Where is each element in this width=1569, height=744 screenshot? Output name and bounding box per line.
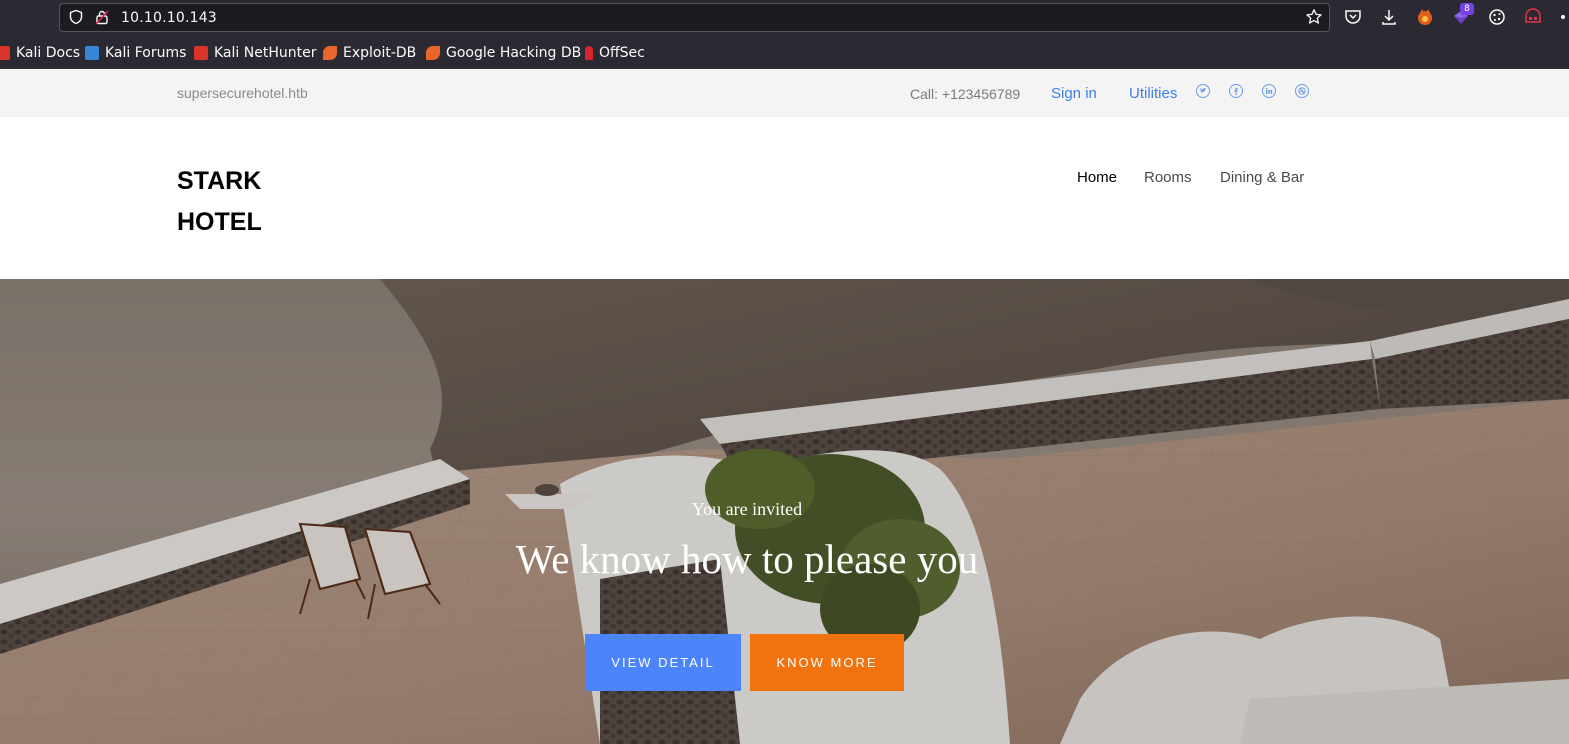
nav-rooms[interactable]: Rooms bbox=[1144, 169, 1192, 186]
extension-badge: 8 bbox=[1460, 3, 1474, 15]
hotel-logo[interactable]: STARK HOTEL bbox=[177, 161, 262, 243]
site-header: STARK HOTEL Home Rooms Dining & Bar bbox=[0, 117, 1569, 279]
logo-line: HOTEL bbox=[177, 208, 262, 236]
phone-number: Call: +123456789 bbox=[910, 86, 1021, 102]
kali-docs-icon bbox=[0, 46, 10, 60]
address-bar[interactable]: 10.10.10.143 bbox=[59, 3, 1330, 32]
bookmark-label: Kali Docs bbox=[16, 45, 81, 61]
overflow-menu-icon[interactable] bbox=[1558, 7, 1569, 27]
url-text[interactable]: 10.10.10.143 bbox=[121, 10, 217, 26]
bookmark-label: Google Hacking DB bbox=[446, 45, 582, 61]
bookmarks-toolbar: Kali Docs Kali Forums Kali NetHunter Exp… bbox=[0, 38, 1569, 68]
view-detail-button[interactable]: VIEW DETAIL bbox=[585, 634, 741, 691]
hero-headline: We know how to please you bbox=[515, 536, 979, 582]
sign-in-link[interactable]: Sign in bbox=[1051, 85, 1097, 102]
site-domain: supersecurehotel.htb bbox=[177, 85, 308, 101]
linkedin-icon[interactable] bbox=[1262, 84, 1276, 98]
hero-section: You are invited We know how to please yo… bbox=[0, 279, 1569, 744]
browser-chrome: 10.10.10.143 8 Kali Docs Kali Forums Kal… bbox=[0, 0, 1569, 69]
hack-tools-icon[interactable] bbox=[1523, 7, 1543, 27]
top-info-bar: supersecurehotel.htb Call: +123456789 Si… bbox=[0, 69, 1569, 117]
logo-line: STARK bbox=[177, 167, 262, 195]
nav-dining-bar[interactable]: Dining & Bar bbox=[1220, 169, 1304, 186]
bookmark-exploit-db[interactable]: Exploit-DB bbox=[323, 44, 416, 62]
facebook-icon[interactable] bbox=[1229, 84, 1243, 98]
tracking-protection-icon[interactable] bbox=[68, 9, 84, 25]
kali-nethunter-icon bbox=[194, 46, 208, 60]
bookmark-label: Exploit-DB bbox=[343, 45, 417, 61]
hero-tagline: You are invited bbox=[691, 499, 803, 519]
exploit-db-icon bbox=[323, 46, 337, 60]
bookmark-star-icon[interactable] bbox=[1305, 8, 1323, 26]
bookmark-label: Kali NetHunter bbox=[214, 45, 317, 61]
insecure-lock-icon[interactable] bbox=[94, 9, 110, 25]
bookmark-label: OffSec bbox=[599, 45, 645, 61]
download-icon[interactable] bbox=[1379, 7, 1399, 27]
bookmark-kali-forums[interactable]: Kali Forums bbox=[85, 44, 186, 62]
twitter-icon[interactable] bbox=[1196, 84, 1210, 98]
bookmark-kali-nethunter[interactable]: Kali NetHunter bbox=[194, 44, 316, 62]
nav-home[interactable]: Home bbox=[1077, 169, 1117, 186]
foxyproxy-icon[interactable] bbox=[1415, 7, 1435, 27]
cookie-icon[interactable] bbox=[1487, 7, 1507, 27]
offsec-icon bbox=[585, 46, 593, 60]
bookmark-offsec[interactable]: OffSec bbox=[585, 44, 645, 62]
kali-forums-icon bbox=[85, 46, 99, 60]
bookmark-label: Kali Forums bbox=[105, 45, 187, 61]
know-more-button[interactable]: KNOW MORE bbox=[750, 634, 904, 691]
pocket-icon[interactable] bbox=[1343, 7, 1363, 27]
dribbble-icon[interactable] bbox=[1295, 84, 1309, 98]
utilities-link[interactable]: Utilities bbox=[1129, 85, 1177, 102]
bookmark-kali-docs[interactable]: Kali Docs bbox=[0, 44, 80, 62]
bookmark-google-hacking-db[interactable]: Google Hacking DB bbox=[426, 44, 581, 62]
google-hacking-db-icon bbox=[426, 46, 440, 60]
